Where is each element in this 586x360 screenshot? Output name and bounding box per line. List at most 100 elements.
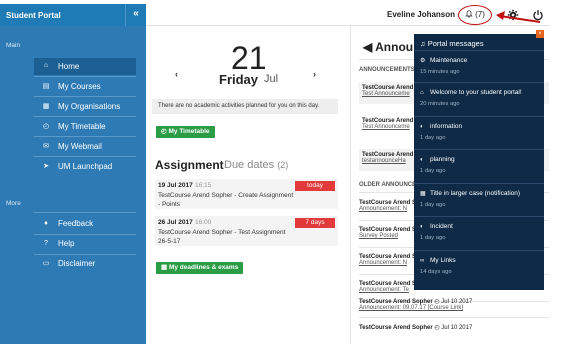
sidebar-item-label[interactable]: My Webmail [58, 142, 102, 151]
message-title: Title in larger case (notification) [430, 190, 521, 197]
collapse-sidebar-button[interactable]: « [125, 4, 146, 26]
due-badge: today [295, 181, 335, 191]
my-timetable-button[interactable]: ◴ My Timetable [156, 126, 215, 138]
assignment-link[interactable]: TestCourse Arend Sopher - Create Assignm… [158, 192, 294, 209]
bell-icon [465, 10, 473, 18]
half-circle-icon: ◐ [420, 224, 424, 230]
announcement-link[interactable]: Announcement: 09.07.17 [Course Link] [359, 305, 549, 311]
divider [34, 254, 136, 255]
sidebar-item-label[interactable]: Disclaimer [58, 259, 95, 268]
portal-message-item[interactable]: ▦ Title in larger case (notification) 1 d… [420, 190, 538, 208]
popup-title: ♫ Portal messages [420, 39, 484, 48]
divider [414, 250, 544, 251]
divider [34, 136, 136, 137]
sidebar-item-label[interactable]: Help [58, 239, 74, 248]
top-bar: Eveline Johanson (7) [146, 4, 550, 26]
portal-message-item[interactable]: ◐ information 1 day ago [420, 123, 538, 141]
question-icon: ? [44, 240, 48, 247]
message-time: 1 day ago [420, 235, 446, 241]
assignment-count: (2) [277, 160, 289, 170]
sidebar-item-label[interactable]: Home [58, 62, 79, 71]
due-badge: 7 days [295, 218, 335, 228]
divider [34, 156, 136, 157]
announcements-title: ◀ Annou [363, 40, 413, 54]
divider [34, 76, 136, 77]
divider [414, 82, 544, 83]
clock-icon: ◴ [42, 123, 50, 130]
main-content: ‹ 21 Friday Jul › There are no academic … [146, 26, 342, 344]
no-activities-message: There are no academic activities planned… [152, 99, 338, 114]
announcement-course: TestCourse Arend Sopher [359, 325, 433, 331]
user-name[interactable]: Eveline Johanson [387, 10, 455, 19]
book-icon: ▤ [42, 83, 50, 90]
portal-message-item[interactable]: ⚙ Maintenance 15 minutes ago [420, 57, 538, 75]
divider [34, 212, 136, 213]
my-deadlines-button[interactable]: ▦ My deadlines & exams [156, 262, 244, 274]
announcements-title-text: Annou [375, 40, 414, 54]
notifications-button[interactable]: (7) [458, 5, 492, 25]
microphone-icon: ♦ [44, 220, 48, 227]
calendar-icon: ▦ [420, 191, 426, 197]
brand-title: Student Portal [6, 11, 61, 20]
sidebar-item-label[interactable]: Feedback [58, 219, 93, 228]
building-icon: ▦ [42, 103, 50, 110]
date-month: Jul [264, 73, 279, 85]
sidebar-item-label[interactable]: My Timetable [58, 122, 106, 131]
calendar-icon: ▦ [161, 264, 169, 271]
divider [414, 183, 544, 184]
divider [34, 116, 136, 117]
half-circle-icon: ◐ [420, 124, 424, 130]
button-label: My deadlines & exams [168, 264, 239, 271]
assignment-heading: Assignment [155, 158, 224, 172]
due-dates-label: Due dates [224, 159, 275, 171]
announcement-item[interactable]: TestCourse Arend Sopher ◴ Jul 10 2017 [359, 324, 549, 331]
close-icon[interactable]: × [536, 30, 544, 38]
assignment-date: 19 Jul 2017 [158, 182, 193, 189]
message-title: information [430, 123, 463, 130]
power-icon[interactable] [532, 9, 544, 21]
previous-day-button[interactable]: ‹ [175, 69, 178, 79]
rocket-icon: ➤ [43, 163, 49, 170]
assignment-row: 19 Jul 2017 16:15 TestCourse Arend Sophe… [155, 179, 338, 209]
announcements-header: ANNOUNCEMENTS [359, 67, 415, 73]
portal-messages-popup: × ♫ Portal messages ⚙ Maintenance 15 minu… [414, 30, 544, 290]
megaphone-icon: ◀ [363, 40, 376, 54]
sidebar-item-label[interactable]: My Courses [58, 82, 101, 91]
assignment-subheading: Due dates (2) [224, 159, 288, 171]
divider [414, 50, 544, 51]
home-icon: ⌂ [420, 90, 424, 96]
assignment-link[interactable]: TestCourse Arend Sopher - Test Assignmen… [158, 229, 294, 246]
message-title: Welcome to your student portal! [430, 89, 522, 96]
bell-icon: ♫ [420, 39, 428, 48]
sidebar: Main ⌂ Home ▤ My Courses ▦ My Organisati… [0, 26, 146, 344]
sidebar-item-label[interactable]: My Organisations [58, 102, 120, 111]
portal-window: Student Portal « Eveline Johanson (7) Ma… [0, 0, 586, 360]
gears-icon: ⚙ [420, 58, 426, 64]
divider [414, 116, 544, 117]
divider [414, 216, 544, 217]
brand-bar: Student Portal « [0, 4, 146, 26]
older-announcements-header: OLDER ANNOUNCE [359, 182, 417, 188]
portal-message-item[interactable]: ◐ planning 1 day ago [420, 156, 538, 174]
envelope-icon: ✉ [43, 143, 49, 150]
assignment-time: 16:15 [195, 182, 212, 189]
message-time: 1 day ago [420, 202, 446, 208]
sidebar-section-main: Main [6, 42, 21, 49]
message-time: 1 day ago [420, 168, 446, 174]
message-title: Incident [430, 223, 453, 230]
assignment-row: 26 Jul 2017 16:00 TestCourse Arend Sophe… [155, 216, 338, 246]
portal-message-item[interactable]: ◐ Incident 1 day ago [420, 223, 538, 241]
half-circle-icon: ◐ [420, 157, 424, 163]
sidebar-item-label[interactable]: UM Launchpad [58, 162, 112, 171]
assignment-date: 26 Jul 2017 [158, 219, 193, 226]
date-weekday: Friday [219, 72, 259, 87]
portal-message-item[interactable]: ∞ My Links 14 days ago [420, 257, 538, 275]
gear-icon[interactable] [507, 9, 519, 21]
message-time: 1 day ago [420, 135, 446, 141]
message-time: 15 minutes ago [420, 69, 460, 75]
divider [34, 96, 136, 97]
announcement-item[interactable]: TestCourse Arend Sopher ◴ Jul 10 2017 An… [359, 298, 549, 311]
next-day-button[interactable]: › [313, 69, 316, 79]
portal-message-item[interactable]: ⌂ Welcome to your student portal! 20 minu… [420, 89, 538, 107]
message-time: 20 minutes ago [420, 101, 460, 107]
